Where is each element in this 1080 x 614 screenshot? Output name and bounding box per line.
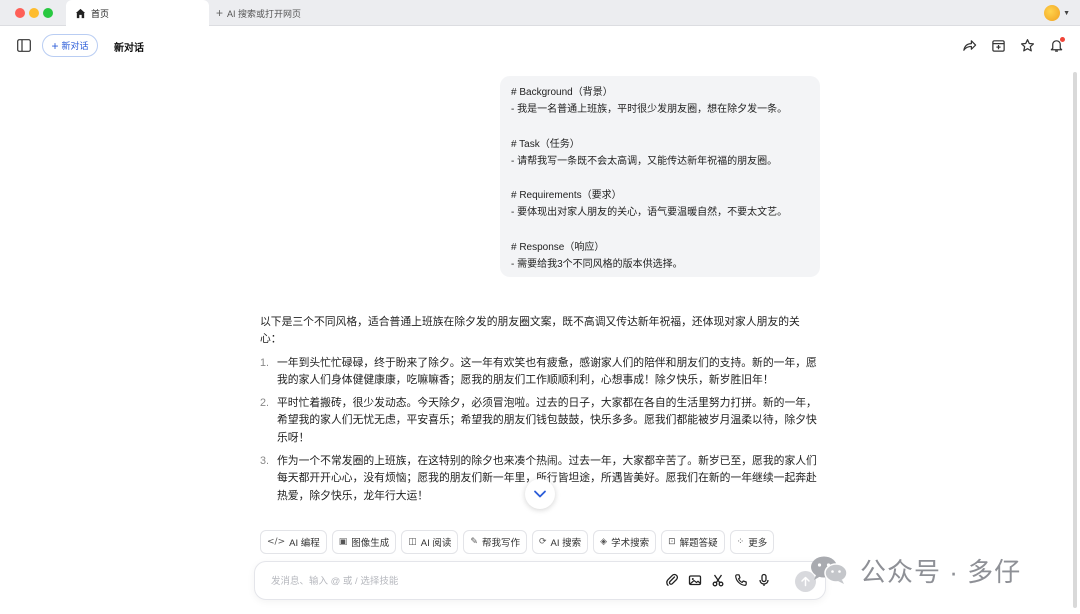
list-item: 2. 平时忙着搬砖，很少发动态。今天除夕，必须冒泡啦。过去的日子，大家都在各自的…	[260, 395, 821, 447]
more-icon: ⁘	[736, 537, 745, 547]
watermark-text: 公众号 · 多仔	[860, 556, 1022, 587]
tool-label: AI 搜索	[550, 538, 582, 549]
tool-label: AI 阅读	[420, 538, 452, 549]
microphone-icon[interactable]	[757, 573, 771, 587]
scissors-icon[interactable]	[711, 573, 725, 587]
tool-label: 解题答疑	[679, 538, 718, 549]
maximize-window-button[interactable]	[43, 8, 53, 18]
message-line: - 要体现出对家人朋友的关心，语气要温暖自然，不要太文艺。	[511, 207, 788, 219]
message-line: # Response（响应）	[511, 241, 605, 253]
new-chat-label: 新对话	[61, 41, 89, 51]
minimize-window-button[interactable]	[29, 8, 39, 18]
attachment-icon[interactable]	[665, 573, 679, 587]
plus-icon: +	[216, 6, 224, 20]
star-icon[interactable]	[1020, 38, 1035, 53]
tool-image-generation[interactable]: ▣ 图像生成	[331, 530, 397, 554]
new-chat-button[interactable]: + 新对话	[42, 34, 98, 57]
phone-icon[interactable]	[734, 573, 748, 587]
new-tab-label: AI 搜索或打开网页	[227, 8, 302, 19]
share-icon[interactable]	[962, 38, 977, 53]
close-window-button[interactable]	[15, 8, 25, 18]
tool-more[interactable]: ⁘ 更多	[729, 530, 775, 554]
list-item: 1. 一年到头忙忙碌碌，终于盼来了除夕。这一年有欢笑也有疲惫，感谢家人们的陪伴和…	[260, 355, 821, 390]
chevron-down-icon: ▼	[1063, 9, 1070, 17]
tool-problem-solving[interactable]: ⊡ 解题答疑	[661, 530, 725, 554]
read-icon: ◫	[408, 537, 417, 547]
home-icon	[75, 8, 86, 18]
plus-icon: +	[51, 38, 59, 53]
message-composer	[254, 561, 826, 600]
tool-academic-search[interactable]: ◈ 学术搜索	[593, 530, 657, 554]
image-upload-icon[interactable]	[688, 573, 702, 587]
message-line: - 请帮我写一条既不会太高调，又能传达新年祝福的朋友圈。	[511, 155, 778, 167]
scrollbar[interactable]	[1073, 72, 1077, 608]
watermark: 公众号 · 多仔	[808, 553, 1021, 587]
list-item-text: 平时忙着搬砖，很少发动态。今天除夕，必须冒泡啦。过去的日子，大家都在各自的生活里…	[277, 397, 817, 444]
message-line: - 我是一名普通上班族，平时很少发朋友圈，想在除夕发一条。	[511, 104, 788, 116]
tool-ai-coding[interactable]: </> AI 编程	[260, 530, 327, 554]
ai-search-icon: ⟳	[538, 537, 547, 547]
window-titlebar: 首页 + AI 搜索或打开网页 ▼	[0, 0, 1080, 26]
image-icon: ▣	[338, 537, 348, 547]
message-input[interactable]	[271, 572, 651, 590]
user-message-bubble: # Background（背景） - 我是一名普通上班族，平时很少发朋友圈，想在…	[500, 76, 820, 277]
chat-header: + 新对话 新对话	[0, 26, 1080, 66]
notification-button[interactable]	[1049, 37, 1065, 53]
tab-home-label: 首页	[91, 8, 110, 19]
list-item-text: 一年到头忙忙碌碌，终于盼来了除夕。这一年有欢笑也有疲惫，感谢家人们的陪伴和朋友们…	[277, 356, 817, 386]
wechat-logo-icon	[811, 556, 848, 584]
list-number: 2.	[260, 397, 270, 410]
list-number: 3.	[260, 455, 270, 468]
skill-toolbar: </> AI 编程 ▣ 图像生成 ◫ AI 阅读 ✎ 帮我写作 ⟳ AI 搜索 …	[260, 530, 775, 554]
tool-label: 学术搜索	[611, 538, 650, 549]
tool-label: 帮我写作	[481, 538, 520, 549]
list-number: 1.	[260, 356, 270, 369]
message-line: # Background（背景）	[511, 87, 613, 98]
write-icon: ✎	[470, 537, 478, 547]
answer-intro: 以下是三个不同风格，适合普通上班族在除夕发的朋友圈文案，既不高调又传达新年祝福，…	[260, 316, 800, 346]
tool-ai-reading[interactable]: ◫ AI 阅读	[401, 530, 459, 554]
scroll-to-bottom-button[interactable]	[525, 479, 555, 509]
page-title: 新对话	[114, 43, 144, 54]
tool-ai-search[interactable]: ⟳ AI 搜索	[531, 530, 589, 554]
new-tab-button[interactable]: + AI 搜索或打开网页	[216, 0, 301, 26]
academic-icon: ◈	[600, 537, 608, 547]
notification-badge	[1060, 37, 1065, 42]
tool-label: AI 编程	[289, 538, 320, 549]
save-icon[interactable]	[991, 38, 1006, 53]
sidebar-toggle-icon[interactable]	[17, 39, 31, 52]
composer-actions	[665, 573, 771, 587]
message-line: - 需要给我3个不同风格的版本供选择。	[511, 258, 683, 270]
message-line: # Task（任务）	[511, 138, 580, 150]
tool-label: 图像生成	[351, 538, 390, 549]
message-line: # Requirements（要求）	[511, 190, 622, 202]
header-actions	[962, 37, 1065, 53]
avatar	[1044, 5, 1061, 21]
tool-writing[interactable]: ✎ 帮我写作	[463, 530, 527, 554]
profile-menu[interactable]: ▼	[1044, 5, 1070, 21]
chevron-down-icon	[534, 490, 546, 498]
tool-label: 更多	[748, 538, 768, 549]
solve-icon: ⊡	[668, 537, 676, 547]
code-icon: </>	[267, 537, 286, 547]
tab-home[interactable]: 首页	[66, 0, 209, 26]
